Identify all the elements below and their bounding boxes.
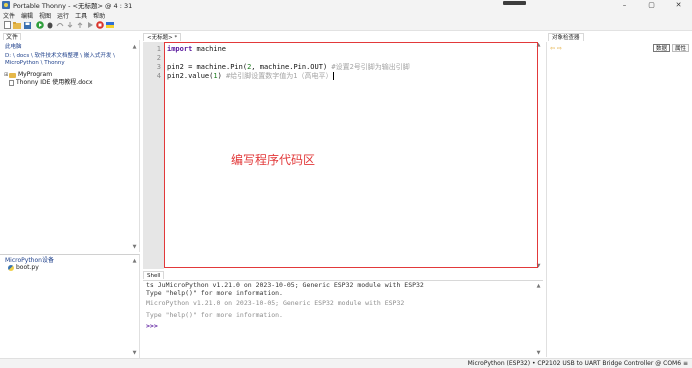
open-folder-icon[interactable] <box>13 21 21 29</box>
scroll-up-icon[interactable]: ▲ <box>537 283 541 289</box>
minimize-button[interactable]: – <box>611 0 638 10</box>
tree-item-file[interactable]: Thonny IDE 使用教程.docx <box>0 79 139 87</box>
scroll-up-icon[interactable]: ▲ <box>537 42 541 48</box>
shell-output-line: ts JuMicroPython v1.21.0 on 2023-10-05; … <box>146 281 424 289</box>
title-bar: Portable Thonny - <无标题> @ 4 : 31 – ▢ ✕ <box>0 0 692 10</box>
close-button[interactable]: ✕ <box>665 0 692 10</box>
tree-item-folder[interactable]: ⊞ MyProgram <box>0 71 139 79</box>
device-scrollbar[interactable]: ▲ ▼ <box>131 258 138 356</box>
tab-attributes[interactable]: 属性 <box>671 44 689 52</box>
menu-tools[interactable]: 工具 <box>75 11 87 20</box>
files-panel: 此电脑 D: \ docs \ 软件技术文档整理 \ 嵌入式开发 \ Micro… <box>0 40 140 252</box>
run-icon[interactable] <box>36 21 44 29</box>
line-number: 3 <box>156 63 161 71</box>
line-number: 1 <box>156 45 161 53</box>
step-over-icon[interactable] <box>56 21 64 29</box>
shell-output-line: Type "help()" for more information. <box>146 311 283 319</box>
thonny-logo-icon <box>2 1 10 9</box>
scroll-up-icon[interactable]: ▲ <box>133 258 137 264</box>
maximize-button[interactable]: ▢ <box>638 0 665 10</box>
resume-icon[interactable] <box>86 21 94 29</box>
save-icon[interactable] <box>23 21 31 29</box>
new-file-icon[interactable] <box>3 21 11 29</box>
file-name: Thonny IDE 使用教程.docx <box>16 79 93 86</box>
menu-run[interactable]: 运行 <box>57 11 69 20</box>
scroll-down-icon[interactable]: ▼ <box>537 263 541 269</box>
device-file-item[interactable]: boot.py <box>0 264 139 272</box>
menu-bar: 文件 编辑 视图 运行 工具 帮助 <box>0 10 692 20</box>
menu-file[interactable]: 文件 <box>3 11 15 20</box>
files-scrollbar[interactable]: ▲ ▼ <box>131 44 138 250</box>
editor-tab-untitled[interactable]: <无标题> * <box>143 33 182 41</box>
text-cursor <box>333 72 335 80</box>
shell-console[interactable]: ts JuMicroPython v1.21.0 on 2023-10-05; … <box>143 280 543 357</box>
code-area[interactable]: import machine pin2 = machine.Pin(2, mac… <box>164 42 542 269</box>
back-forward-icon[interactable]: ⇦ ⇨ <box>550 45 562 52</box>
code-line-3[interactable]: pin2 = machine.Pin(2, machine.Pin.OUT) #… <box>167 63 410 72</box>
shell-tab[interactable]: Shell <box>143 271 165 279</box>
stop-icon[interactable] <box>96 21 104 29</box>
interpreter-status[interactable]: MicroPython (ESP32) • CP2102 USB to UART… <box>468 360 688 367</box>
folder-icon <box>9 72 16 78</box>
menu-edit[interactable]: 编辑 <box>21 11 33 20</box>
shell-output-line: Type "help()" for more information. <box>146 289 283 297</box>
annotation-label: 编写程序代码区 <box>231 153 316 167</box>
code-line-1[interactable]: import machine <box>167 45 226 54</box>
status-bar: MicroPython (ESP32) • CP2102 USB to UART… <box>0 358 692 368</box>
line-number: 2 <box>156 54 161 62</box>
code-editor[interactable]: 1 2 3 4 import machine pin2 = machine.Pi… <box>143 42 542 269</box>
current-path[interactable]: D: \ docs \ 软件技术文档整理 \ 嵌入式开发 \ MicroPyth… <box>0 53 139 69</box>
device-file-name: boot.py <box>16 264 39 271</box>
toolbar <box>0 20 692 31</box>
line-number-gutter: 1 2 3 4 <box>143 42 164 269</box>
line-number: 4 <box>156 72 161 80</box>
scroll-down-icon[interactable]: ▼ <box>133 244 137 250</box>
menu-help[interactable]: 帮助 <box>93 11 105 20</box>
ukraine-flag-icon[interactable] <box>106 21 114 29</box>
python-file-icon <box>8 265 14 271</box>
object-inspector-panel: ⇦ ⇨ 数据 属性 <box>546 42 692 357</box>
inspector-tabs: 数据 属性 <box>651 44 689 52</box>
micropython-device-panel: MicroPython设备 boot.py ▲ ▼ <box>0 254 140 358</box>
shell-output-line: MicroPython v1.21.0 on 2023-10-05; Gener… <box>146 299 405 307</box>
window-title: Portable Thonny - <无标题> @ 4 : 31 <box>13 2 133 10</box>
folder-name: MyProgram <box>18 71 53 78</box>
scroll-down-icon[interactable]: ▼ <box>133 350 137 356</box>
title-drag-handle[interactable] <box>503 1 526 5</box>
device-panel-title: MicroPython设备 <box>5 257 54 264</box>
code-line-4[interactable]: pin2.value(1) #给引脚设置数字值为1（高电平） <box>167 72 335 81</box>
tab-data[interactable]: 数据 <box>652 44 670 52</box>
document-icon <box>9 80 14 86</box>
scroll-down-icon[interactable]: ▼ <box>537 350 541 356</box>
step-into-icon[interactable] <box>66 21 74 29</box>
step-out-icon[interactable] <box>76 21 84 29</box>
shell-prompt[interactable]: >>> <box>146 322 158 330</box>
location-label[interactable]: 此电脑 <box>0 40 139 53</box>
window-controls: – ▢ ✕ <box>611 0 692 10</box>
shell-scrollbar[interactable]: ▲ ▼ <box>535 283 542 356</box>
menu-view[interactable]: 视图 <box>39 11 51 20</box>
editor-scrollbar[interactable]: ▲ ▼ <box>535 42 542 269</box>
debug-icon[interactable] <box>46 21 54 29</box>
scroll-up-icon[interactable]: ▲ <box>133 44 137 50</box>
object-inspector-tab[interactable]: 对象检查器 <box>548 33 584 41</box>
